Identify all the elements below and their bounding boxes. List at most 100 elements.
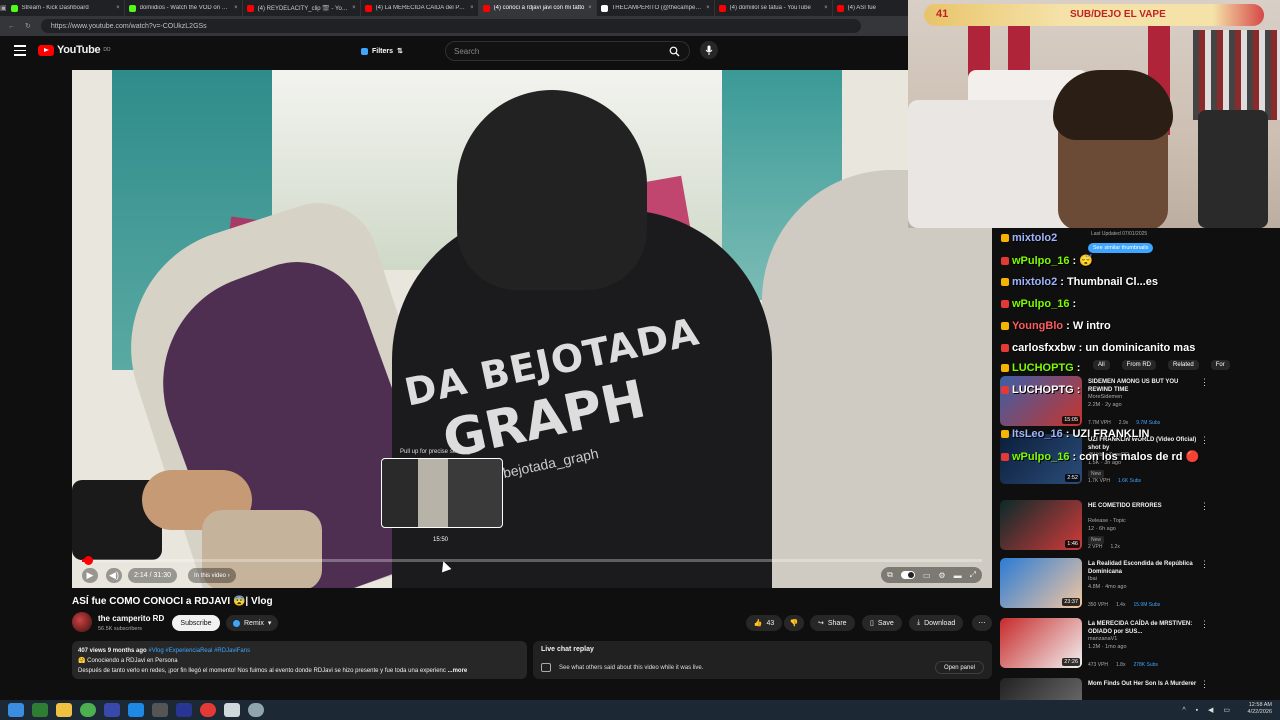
chapter-button[interactable]: In this video › [188, 568, 236, 583]
search-button[interactable] [659, 42, 689, 60]
more-options-icon[interactable]: ⋮ [1200, 501, 1209, 512]
close-tab-icon[interactable]: × [470, 5, 474, 11]
download-button[interactable]: ⤓ Download [909, 615, 964, 631]
hashtags[interactable]: #Vlog #ExperienciaReal #RDJaviFans [148, 648, 250, 654]
chat-username[interactable]: YoungBlo [1012, 320, 1063, 332]
system-tray-icons[interactable]: ^ ▪ ◀ ▭ [1182, 706, 1234, 714]
similar-thumbnails-button[interactable]: See similar thumbnails [1088, 243, 1154, 253]
browser-tab[interactable]: domiidios - Watch the VOD on Kick × [125, 0, 243, 16]
chat-username[interactable]: mixtolo2 [1012, 232, 1057, 244]
search-input[interactable]: Search [445, 41, 690, 61]
close-tab-icon[interactable]: × [706, 5, 710, 11]
voice-search-button[interactable] [700, 41, 718, 59]
more-options-icon[interactable]: ⋮ [1200, 435, 1209, 446]
progress-scrubber[interactable] [84, 556, 94, 565]
chat-message: wPulpo_16: 😴 [1001, 254, 1093, 267]
chat-username[interactable]: carlosfxxbw [1012, 342, 1076, 354]
filters-button[interactable]: Filters ⇅ [355, 44, 409, 58]
app-icon[interactable] [176, 703, 192, 717]
play-button[interactable]: ▶ [82, 568, 98, 583]
more-options-icon[interactable]: ⋮ [1200, 679, 1209, 690]
app-icon[interactable] [128, 703, 144, 717]
more-options-icon[interactable]: ⋮ [1200, 559, 1209, 570]
description-box[interactable]: 407 views 9 months ago #Vlog #Experienci… [72, 641, 527, 679]
reload-icon[interactable]: ↻ [25, 22, 31, 30]
dislike-button[interactable]: 👎 [784, 615, 804, 631]
app-icon[interactable] [248, 703, 264, 717]
video-thumbnail[interactable]: 27:26 [1000, 618, 1082, 668]
window-menu-icon[interactable]: ▣ [0, 0, 7, 16]
close-tab-icon[interactable]: × [352, 5, 356, 11]
chat-username[interactable]: wPulpo_16 [1012, 451, 1069, 463]
close-tab-icon[interactable]: × [116, 5, 120, 11]
miniplayer-icon[interactable]: ⧉ [887, 570, 893, 580]
app-icon[interactable] [104, 703, 120, 717]
close-tab-icon[interactable]: × [824, 5, 828, 11]
browser-tab[interactable]: (4) ASI fue× [833, 0, 908, 16]
folder-icon[interactable] [56, 703, 72, 717]
new-badge: New [1088, 470, 1105, 478]
browser-tab[interactable]: THECAMPERITO (@thecamperito) × [597, 0, 715, 16]
save-button[interactable]: ▯ Save [862, 615, 902, 631]
volume-button[interactable]: ◀) [106, 568, 122, 583]
browser-tab[interactable]: (4) domiilol se tatua - YouTube × [715, 0, 833, 16]
more-options-icon[interactable]: ⋮ [1200, 619, 1209, 630]
obs-icon[interactable] [200, 703, 216, 717]
browser-tab[interactable]: (4) La MERECIDA CAÍDA del PADRE × [361, 0, 479, 16]
settings-gear-icon[interactable]: ⚙ [938, 571, 945, 580]
captions-icon[interactable]: ▭ [923, 571, 931, 580]
app-icon[interactable] [32, 703, 48, 717]
share-button[interactable]: ↪ Share [810, 615, 855, 631]
open-panel-button[interactable]: Open panel [934, 661, 984, 674]
chat-message: wPulpo_16: [1001, 298, 1076, 310]
address-bar[interactable]: https://www.youtube.com/watch?v=-COUkzL2… [40, 19, 861, 33]
more-actions-button[interactable]: ⋯ [972, 615, 992, 631]
browser-tab[interactable]: (4) conoci a rdjavi javi con mi tatto × [478, 0, 597, 16]
remix-button[interactable]: Remix ▾ [226, 615, 279, 631]
close-tab-icon[interactable]: × [588, 5, 592, 11]
theater-mode-icon[interactable]: ▬ [954, 571, 962, 580]
chat-username[interactable]: wPulpo_16 [1012, 298, 1069, 310]
filter-chip[interactable]: Related [1168, 360, 1199, 370]
start-icon[interactable] [8, 703, 24, 717]
autoplay-toggle[interactable] [900, 571, 915, 579]
video-player[interactable]: DA BEJOTADA GRAPH bejotada_graph [72, 70, 992, 588]
show-more-link[interactable]: ...more [448, 668, 468, 674]
more-options-icon[interactable]: ⋮ [1200, 377, 1209, 388]
chat-replay-title: Live chat replay [541, 646, 594, 653]
clock[interactable]: 12:58 AM 4/22/2026 [1248, 702, 1272, 716]
fullscreen-icon[interactable]: ⤢ [970, 570, 976, 580]
filter-chip[interactable]: From RD [1121, 360, 1157, 370]
chat-username[interactable]: LUCHOPTG [1012, 384, 1074, 396]
progress-bar[interactable] [82, 556, 982, 565]
app-icon[interactable] [152, 703, 168, 717]
recommended-video[interactable]: 27:26 La MERECIDA CAÍDA de MRSTIVEN: ODIA… [1000, 618, 1280, 676]
recommended-video[interactable]: Mom Finds Out Her Son Is A Murderer ⋮ [1000, 678, 1280, 700]
filter-chip[interactable]: For [1210, 360, 1230, 370]
recommended-video[interactable]: 23:37 La Realidad Escondida de República … [1000, 558, 1280, 616]
app-icon[interactable] [224, 703, 240, 717]
youtube-logo[interactable]: YouTube DO [38, 44, 111, 56]
subscribe-button[interactable]: Subscribe [172, 615, 220, 631]
video-thumbnail[interactable] [1000, 678, 1082, 700]
sidebar-filter-chips: All From RD Related For [1093, 360, 1230, 370]
chrome-icon[interactable] [80, 703, 96, 717]
browser-tab[interactable]: Stream - Kick Dashboard × [7, 0, 125, 16]
like-button[interactable]: 👍 43 [746, 615, 782, 631]
chat-username[interactable]: ItsLeo_16 [1012, 428, 1063, 440]
chat-username[interactable]: LUCHOPTG [1012, 362, 1074, 374]
video-thumbnail[interactable]: 1:46 [1000, 500, 1082, 550]
filter-chip[interactable]: All [1093, 360, 1110, 370]
channel-avatar[interactable] [72, 612, 92, 632]
channel-name[interactable]: the camperito RD [98, 614, 164, 623]
browser-tab[interactable]: (4) REYDELACITY_clip 🎬 - YouTube × [243, 0, 361, 16]
close-tab-icon[interactable]: × [234, 5, 238, 11]
hamburger-menu-icon[interactable] [14, 45, 26, 59]
chat-username[interactable]: mixtolo2 [1012, 276, 1057, 288]
chat-username[interactable]: wPulpo_16 [1012, 255, 1069, 267]
video-thumbnail[interactable]: 23:37 [1000, 558, 1082, 608]
chat-text: : [1076, 384, 1081, 396]
recommended-video[interactable]: 2:52 UZI FRANKLIN WORLD (Video Oficial) s… [1000, 434, 1280, 492]
recommended-video[interactable]: 1:46 HE COMETIDO ERRORES Release - Topic 12… [1000, 500, 1280, 558]
back-icon[interactable]: ← [8, 23, 15, 30]
